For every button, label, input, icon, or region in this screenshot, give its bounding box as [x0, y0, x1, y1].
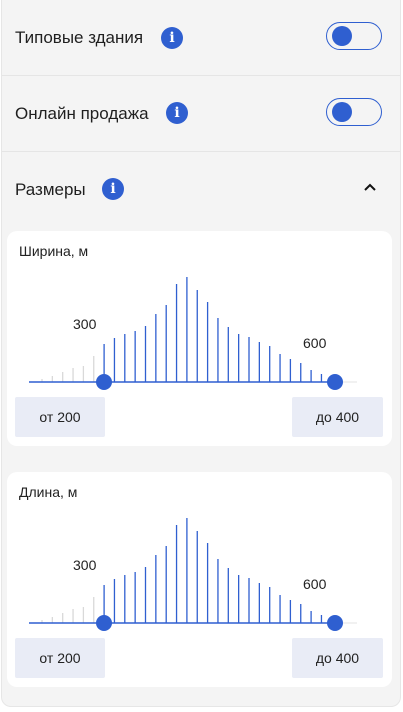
online-toggle[interactable]: [326, 98, 382, 126]
typical-label: Типовые здания: [15, 28, 144, 47]
width-to-field[interactable]: до 400: [292, 397, 383, 437]
filter-row-online: Онлайн продажа i: [2, 76, 400, 152]
slider-handle-min[interactable]: [96, 615, 112, 631]
toggle-knob: [332, 102, 352, 122]
toggle-knob: [332, 26, 352, 46]
length-histogram[interactable]: [7, 472, 392, 637]
sizes-header[interactable]: Размеры i: [2, 152, 400, 227]
typical-toggle[interactable]: [326, 22, 382, 50]
info-icon[interactable]: i: [102, 178, 124, 200]
slider-handle-max[interactable]: [327, 374, 343, 390]
length-from-field[interactable]: от 200: [15, 638, 105, 678]
chevron-up-icon[interactable]: [362, 179, 378, 195]
width-slider-card: Ширина, м 300 600 от 200 до 400: [7, 231, 392, 446]
sizes-label: Размеры: [15, 180, 86, 199]
info-icon[interactable]: i: [161, 27, 183, 49]
online-label: Онлайн продажа: [15, 104, 149, 123]
width-histogram[interactable]: [7, 231, 392, 396]
slider-handle-min[interactable]: [96, 374, 112, 390]
length-slider-card: Длина, м 300 600 от 200 до 400: [7, 472, 392, 687]
width-from-field[interactable]: от 200: [15, 397, 105, 437]
filters-panel: Типовые здания i Онлайн продажа i Размер…: [1, 0, 401, 707]
filter-row-typical: Типовые здания i: [2, 0, 400, 76]
slider-handle-max[interactable]: [327, 615, 343, 631]
length-to-field[interactable]: до 400: [292, 638, 383, 678]
info-icon[interactable]: i: [166, 102, 188, 124]
